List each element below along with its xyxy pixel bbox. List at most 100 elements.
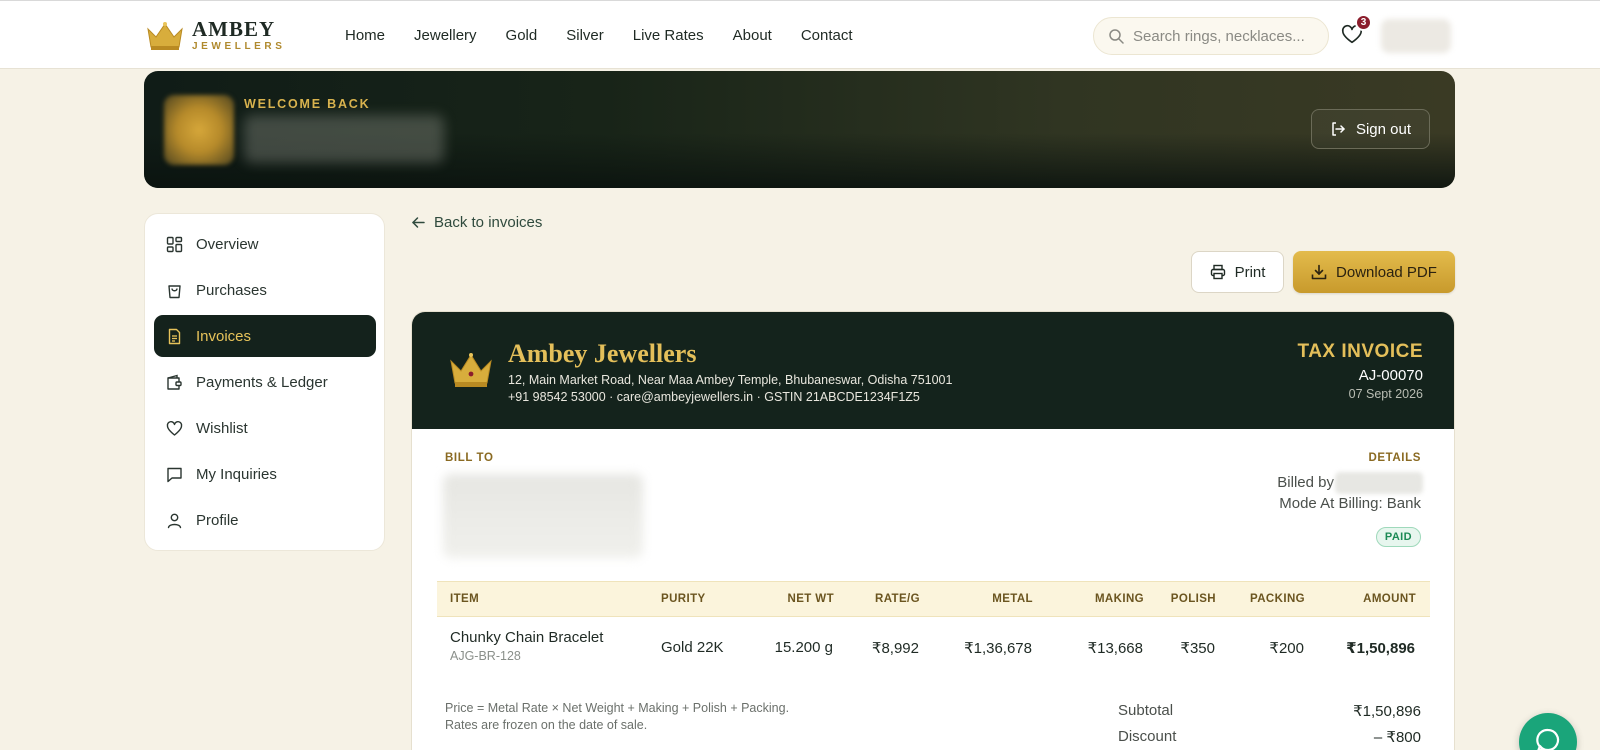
chat-button[interactable] [1519,713,1577,750]
sign-out-button[interactable]: Sign out [1311,109,1430,149]
billed-by-redacted [1335,472,1423,494]
user-name-redacted [244,115,444,163]
chat-icon [1536,728,1560,750]
invoice-shop-contact: +91 98542 53000 · care@ambeyjewellers.in… [508,390,920,404]
nav-gold[interactable]: Gold [506,27,538,44]
arrow-left-icon [412,217,425,228]
item-amount: ₹1,50,896 [1346,640,1415,657]
nav-live-rates[interactable]: Live Rates [633,27,704,44]
wishlist-count-badge: 3 [1355,14,1372,31]
subtotal-value: ₹1,50,896 [1353,703,1421,720]
nav-silver[interactable]: Silver [566,27,604,44]
item-name: Chunky Chain Bracelet [450,629,604,646]
user-avatar [164,95,234,165]
print-label: Print [1234,263,1266,281]
invoice-number: AJ-00070 [1358,367,1423,384]
sidebar-item-label: Payments & Ledger [196,373,328,391]
item-purity: Gold 22K [661,639,724,656]
back-to-invoices-link[interactable]: Back to invoices [411,214,542,231]
wallet-icon [167,374,182,390]
brand-logo[interactable]: AMBEY JEWELLERS [146,19,286,52]
sidebar-item-label: Invoices [196,327,252,345]
invoice-shop-address: 12, Main Market Road, Near Maa Ambey Tem… [508,373,953,387]
download-icon [1311,264,1327,280]
sidebar-item-my-inquiries[interactable]: My Inquiries [154,453,376,495]
main-nav: Home Jewellery Gold Silver Live Rates Ab… [345,27,882,44]
user-icon [167,513,182,528]
sidebar-item-overview[interactable]: Overview [154,223,376,265]
brand-name: AMBEY [192,17,276,41]
brand-subname: JEWELLERS [192,41,286,52]
sidebar-item-label: Overview [196,235,259,253]
col-item: ITEM [450,593,480,605]
discount-value: – ₹800 [1373,729,1421,746]
sidebar-item-label: Profile [196,511,239,529]
nav-contact[interactable]: Contact [801,27,853,44]
back-label: Back to invoices [434,214,543,231]
item-net-wt: 15.200 g [774,639,833,656]
invoice-date: 07 Sept 2026 [1348,387,1423,401]
billing-mode: Mode At Billing: Bank [1279,495,1421,512]
col-amount: AMOUNT [1363,593,1416,605]
item-packing: ₹200 [1269,640,1304,657]
message-icon [167,467,182,482]
document-icon [168,328,181,344]
item-metal: ₹1,36,678 [964,640,1032,657]
download-label: Download PDF [1336,263,1437,281]
sidebar-item-profile[interactable]: Profile [154,499,376,541]
invoice-card: Ambey Jewellers 12, Main Market Road, Ne… [411,311,1455,750]
sidebar-item-invoices[interactable]: Invoices [154,315,376,357]
invoice-header: Ambey Jewellers 12, Main Market Road, Ne… [412,312,1454,429]
top-navbar: AMBEY JEWELLERS Home Jewellery Gold Silv… [0,0,1600,69]
sidebar-item-label: Purchases [196,281,267,299]
search-box[interactable] [1093,17,1329,55]
nav-home[interactable]: Home [345,27,385,44]
sign-out-label: Sign out [1355,120,1412,138]
item-rate: ₹8,992 [871,640,919,657]
item-making: ₹13,668 [1087,640,1143,657]
sidebar-item-payments-ledger[interactable]: Payments & Ledger [154,361,376,403]
col-purity: PURITY [661,593,706,605]
heart-icon [166,420,183,436]
col-packing: PACKING [1250,593,1305,605]
welcome-banner: WELCOME BACK Sign out [144,71,1455,188]
print-button[interactable]: Print [1191,251,1284,293]
details-label: DETAILS [1368,452,1421,464]
invoice-doc-title: TAX INVOICE [1297,341,1423,362]
sidebar-item-wishlist[interactable]: Wishlist [154,407,376,449]
col-making: MAKING [1094,593,1144,605]
bill-to-label: BILL TO [445,452,494,464]
invoice-shop-name: Ambey Jewellers [508,339,697,368]
account-sidebar: Overview Purchases Invoices Payments & L… [144,213,385,551]
item-polish: ₹350 [1180,640,1215,657]
welcome-label: WELCOME BACK [244,97,371,111]
subtotal-label: Subtotal [1118,702,1174,719]
sidebar-item-purchases[interactable]: Purchases [154,269,376,311]
billed-by-label: Billed by [1277,474,1334,491]
wishlist-button[interactable]: 3 [1341,14,1372,48]
grid-icon [166,236,183,252]
rate-frozen-note: Rates are frozen on the date of sale. [445,718,648,732]
col-net-wt: NET WT [787,593,834,605]
bill-to-redacted [443,474,643,558]
crown-icon [147,21,183,50]
item-sku: AJG-BR-128 [450,649,521,663]
sidebar-item-label: Wishlist [196,419,248,437]
sign-out-icon [1332,122,1345,136]
price-formula-note: Price = Metal Rate × Net Weight + Making… [445,701,790,715]
status-badge: PAID [1375,527,1421,547]
sidebar-item-label: My Inquiries [196,465,277,483]
download-pdf-button[interactable]: Download PDF [1293,251,1455,293]
bag-icon [168,284,181,298]
col-rate: RATE/G [875,593,920,605]
account-avatar[interactable] [1381,19,1451,53]
discount-label: Discount [1118,728,1177,745]
items-table-header: ITEM PURITY NET WT RATE/G METAL MAKING P… [437,581,1430,617]
search-icon [1109,29,1124,44]
col-polish: POLISH [1170,593,1216,605]
nav-about[interactable]: About [733,27,772,44]
col-metal: METAL [992,593,1033,605]
crown-icon [450,353,492,387]
nav-jewellery[interactable]: Jewellery [414,27,477,44]
search-input[interactable] [1133,27,1318,45]
